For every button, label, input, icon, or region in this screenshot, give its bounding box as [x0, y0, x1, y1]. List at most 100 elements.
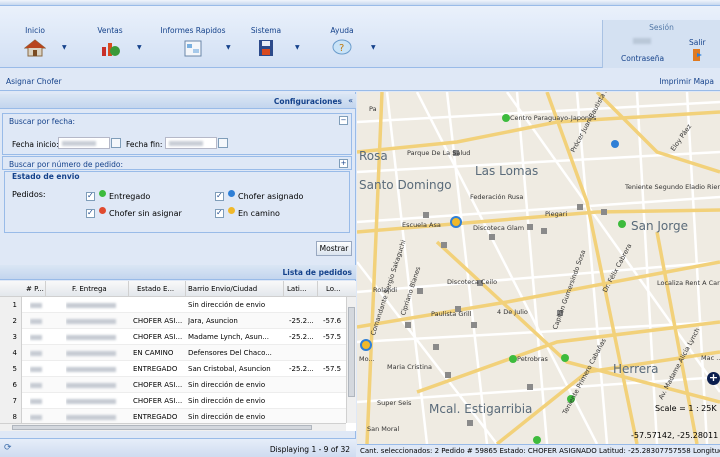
filter-entregado-label: Entregado: [109, 192, 151, 201]
informes-dropdown-icon[interactable]: ▼: [226, 44, 231, 51]
logout-link[interactable]: Salir: [689, 38, 706, 47]
green-status-dot-icon: [99, 190, 106, 197]
row-number: 2: [0, 313, 22, 329]
logout-icon[interactable]: [691, 48, 703, 62]
end-date-input[interactable]: [165, 137, 217, 149]
start-calendar-icon[interactable]: [111, 138, 121, 148]
filter-chofer-asignado-checkbox[interactable]: [215, 191, 224, 201]
order-number-redacted: [30, 313, 44, 329]
end-date-label: Fecha fin:: [126, 140, 163, 149]
informes-button[interactable]: Informes Rapidos ▼: [153, 22, 233, 66]
state-cell: [133, 297, 185, 313]
row-number: 1: [0, 297, 22, 313]
informes-label: Informes Rapidos: [160, 26, 226, 35]
filter-entregado-checkbox[interactable]: [86, 191, 95, 201]
date-search-header: Buscar por fecha: −: [3, 114, 351, 128]
ayuda-dropdown-icon[interactable]: ▼: [371, 44, 376, 51]
session-title: Sesión: [649, 23, 674, 32]
orders-grid: # P... F. Entrega Estado E... Barrio Env…: [0, 281, 356, 431]
map-label: Las Lomas: [475, 164, 539, 178]
row-number: 4: [0, 345, 22, 361]
order-search-header: Buscar por número de pedido: +: [3, 157, 351, 171]
delivery-date-redacted: [66, 329, 126, 345]
row-number: 6: [0, 377, 22, 393]
filter-en-camino-label: En camino: [238, 209, 280, 218]
lat-cell: -25.2...: [289, 333, 314, 341]
lon-cell: [323, 393, 345, 409]
order-number-redacted: [30, 393, 44, 409]
state-cell: CHOFER ASI...: [133, 317, 183, 325]
order-number-redacted: [30, 361, 44, 377]
map-label: Teniente Segundo Eladio Riera: [625, 183, 720, 191]
change-password-link[interactable]: Contraseña: [621, 54, 664, 63]
filter-sin-asignar-checkbox[interactable]: [86, 208, 95, 218]
col-lat-header[interactable]: Lati...: [287, 285, 313, 293]
map-label: Rosa: [359, 149, 388, 163]
sales-chart-icon: [102, 43, 120, 56]
collapse-panel-icon[interactable]: «: [348, 96, 353, 105]
lat-cell: [289, 377, 317, 393]
map-label: Discoteca Glam: [473, 224, 525, 232]
config-header: Configuraciones «: [0, 94, 356, 109]
ventas-button[interactable]: Ventas ▼: [75, 22, 145, 66]
ayuda-button[interactable]: Ayuda ? ▼: [307, 22, 377, 66]
map-coordinates: -57.57142, -25.28011: [631, 431, 719, 440]
show-button[interactable]: Mostrar: [316, 241, 352, 256]
home-icon: [24, 39, 46, 57]
blue-status-dot-icon: [228, 190, 235, 197]
grid-horizontal-scrollbar[interactable]: [0, 423, 346, 431]
ventas-label: Ventas: [97, 26, 123, 35]
col-lon-header[interactable]: Lo...: [326, 285, 346, 293]
ayuda-label: Ayuda: [330, 26, 354, 35]
start-date-label: Fecha inicio:: [12, 140, 59, 149]
yellow-status-dot-icon: [228, 207, 235, 214]
delivery-date-redacted: [66, 297, 126, 313]
map-label: Paulista Grill: [431, 310, 472, 318]
start-date-input[interactable]: [58, 137, 110, 149]
delivery-date-redacted: [66, 361, 126, 377]
map-label: San Moral: [367, 425, 400, 433]
inicio-dropdown-icon[interactable]: ▼: [62, 44, 67, 51]
table-row[interactable]: 5 ENTREGADO San Cristobal, Asuncion -25.2..…: [0, 361, 346, 377]
map-label: Mac ...: [701, 354, 720, 362]
print-map-button[interactable]: Imprimir Mapa: [659, 77, 714, 86]
main-toolbar: Inicio ▼ Ventas ▼ Informes Rapidos ▼ Sis…: [0, 6, 720, 70]
map-label: Parque De La Salud: [407, 149, 471, 157]
sistema-dropdown-icon[interactable]: ▼: [295, 44, 300, 51]
action-bar: Asignar Chofer Imprimir Mapa: [0, 68, 720, 91]
state-cell: EN CAMINO: [133, 349, 174, 357]
col-num-header[interactable]: # P...: [26, 285, 44, 293]
map-label: San Jorge: [631, 219, 688, 233]
left-panel: Configuraciones « Buscar por fecha: − Fe…: [0, 92, 356, 444]
end-calendar-icon[interactable]: [218, 138, 228, 148]
inicio-button[interactable]: Inicio ▼: [0, 22, 70, 66]
table-row[interactable]: 4 EN CAMINO Defensores Del Chaco...: [0, 345, 346, 361]
map-view[interactable]: Centro Paraguayo-Japones Rosa Las Lomas …: [357, 92, 720, 444]
lat-cell: -25.2...: [289, 365, 314, 373]
table-row[interactable]: 3 CHOFER ASI... Madame Lynch, Asun... -25.2…: [0, 329, 346, 345]
grid-vertical-scrollbar[interactable]: [346, 297, 356, 423]
map-label: Mcal. Estigarribia: [429, 402, 533, 416]
col-date-header[interactable]: F. Entrega: [72, 285, 122, 293]
table-row[interactable]: 1 Sin dirección de envio: [0, 297, 346, 313]
map-label: Pa: [369, 105, 377, 113]
map-label: Mo...: [359, 355, 375, 363]
filter-en-camino-checkbox[interactable]: [215, 208, 224, 218]
grid-header: # P... F. Entrega Estado E... Barrio Env…: [0, 281, 356, 297]
col-state-header[interactable]: Estado E...: [137, 285, 185, 293]
order-search-expand-icon[interactable]: +: [339, 159, 348, 168]
table-row[interactable]: 2 CHOFER ASI... Jara, Asuncion -25.2... -57.…: [0, 313, 346, 329]
state-cell: CHOFER ASI...: [133, 381, 183, 389]
sistema-button[interactable]: Sistema ▼: [231, 22, 301, 66]
table-row[interactable]: 6 CHOFER ASI... Sin dirección de envio: [0, 377, 346, 393]
delivery-date-redacted: [66, 393, 126, 409]
date-search-collapse-icon[interactable]: −: [339, 116, 348, 125]
zoom-in-icon[interactable]: +: [707, 372, 720, 385]
col-barrio-header[interactable]: Barrio Envio/Ciudad: [188, 285, 278, 293]
table-row[interactable]: 7 CHOFER ASI... Sin dirección de envio: [0, 393, 346, 409]
assign-driver-button[interactable]: Asignar Chofer: [6, 77, 62, 86]
refresh-icon[interactable]: ⟳: [4, 443, 14, 453]
ventas-dropdown-icon[interactable]: ▼: [137, 44, 142, 51]
map-label: Discoteca Ceilo: [447, 278, 498, 286]
lon-cell: [323, 377, 345, 393]
